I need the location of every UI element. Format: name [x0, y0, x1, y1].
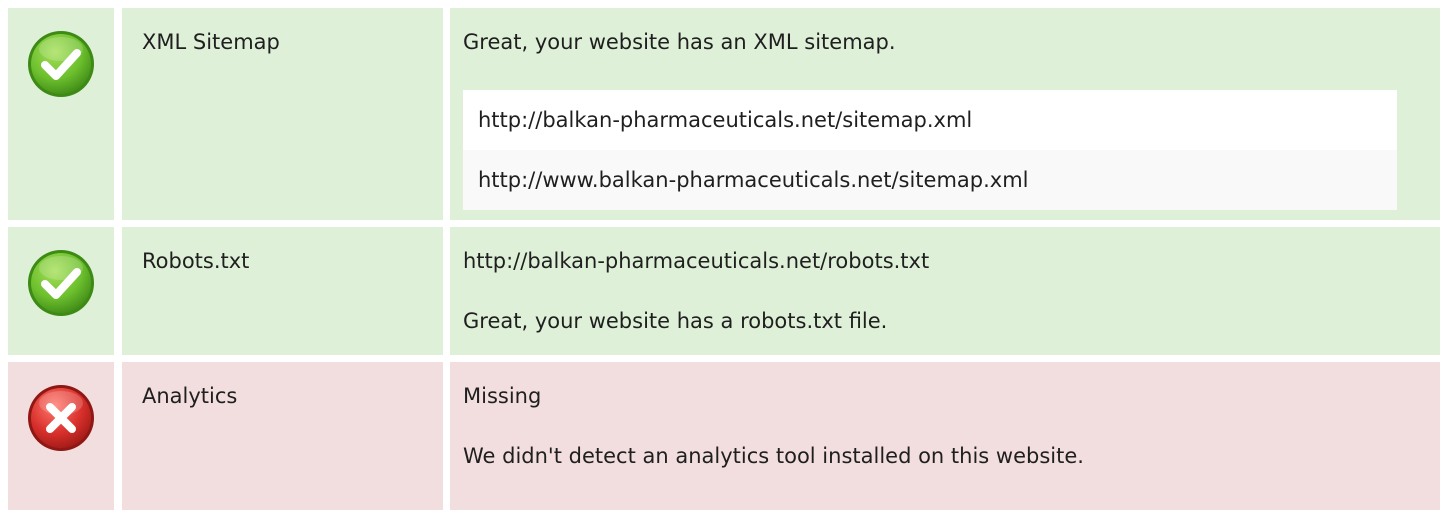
sitemap-url: http://www.balkan-pharmaceuticals.net/si… — [478, 168, 1029, 192]
check-label-cell: XML Sitemap — [122, 8, 443, 220]
check-row-xml-sitemap: XML Sitemap Great, your website has an X… — [8, 8, 1440, 220]
check-result-cell: Great, your website has an XML sitemap. … — [450, 8, 1440, 220]
check-label: Robots.txt — [142, 249, 250, 273]
error-circle-icon — [28, 385, 94, 451]
check-circle-icon — [28, 250, 94, 316]
status-cell — [8, 8, 114, 220]
check-row-robots-txt: Robots.txt http://balkan-pharmaceuticals… — [8, 227, 1440, 355]
check-label: XML Sitemap — [142, 30, 280, 54]
result-message: Great, your website has an XML sitemap. — [463, 30, 896, 54]
check-label-cell: Robots.txt — [122, 227, 443, 355]
check-result-cell: Missing We didn't detect an analytics to… — [450, 362, 1440, 510]
check-row-analytics: Analytics Missing We didn't detect an an… — [8, 362, 1440, 510]
check-label-cell: Analytics — [122, 362, 443, 510]
sitemap-url: http://balkan-pharmaceuticals.net/sitema… — [478, 108, 973, 132]
check-label: Analytics — [142, 384, 238, 408]
result-message: Great, your website has a robots.txt fil… — [463, 309, 888, 333]
status-cell — [8, 227, 114, 355]
status-cell — [8, 362, 114, 510]
sitemap-url-list: http://balkan-pharmaceuticals.net/sitema… — [463, 90, 1397, 210]
list-item: http://balkan-pharmaceuticals.net/sitema… — [463, 90, 1397, 150]
list-item: http://www.balkan-pharmaceuticals.net/si… — [463, 150, 1397, 210]
result-message: We didn't detect an analytics tool insta… — [463, 444, 1084, 468]
seo-checks-table: XML Sitemap Great, your website has an X… — [0, 0, 1448, 510]
check-result-cell: http://balkan-pharmaceuticals.net/robots… — [450, 227, 1440, 355]
check-circle-icon — [28, 31, 94, 97]
result-value: Missing — [463, 384, 542, 408]
robots-url: http://balkan-pharmaceuticals.net/robots… — [463, 249, 930, 273]
